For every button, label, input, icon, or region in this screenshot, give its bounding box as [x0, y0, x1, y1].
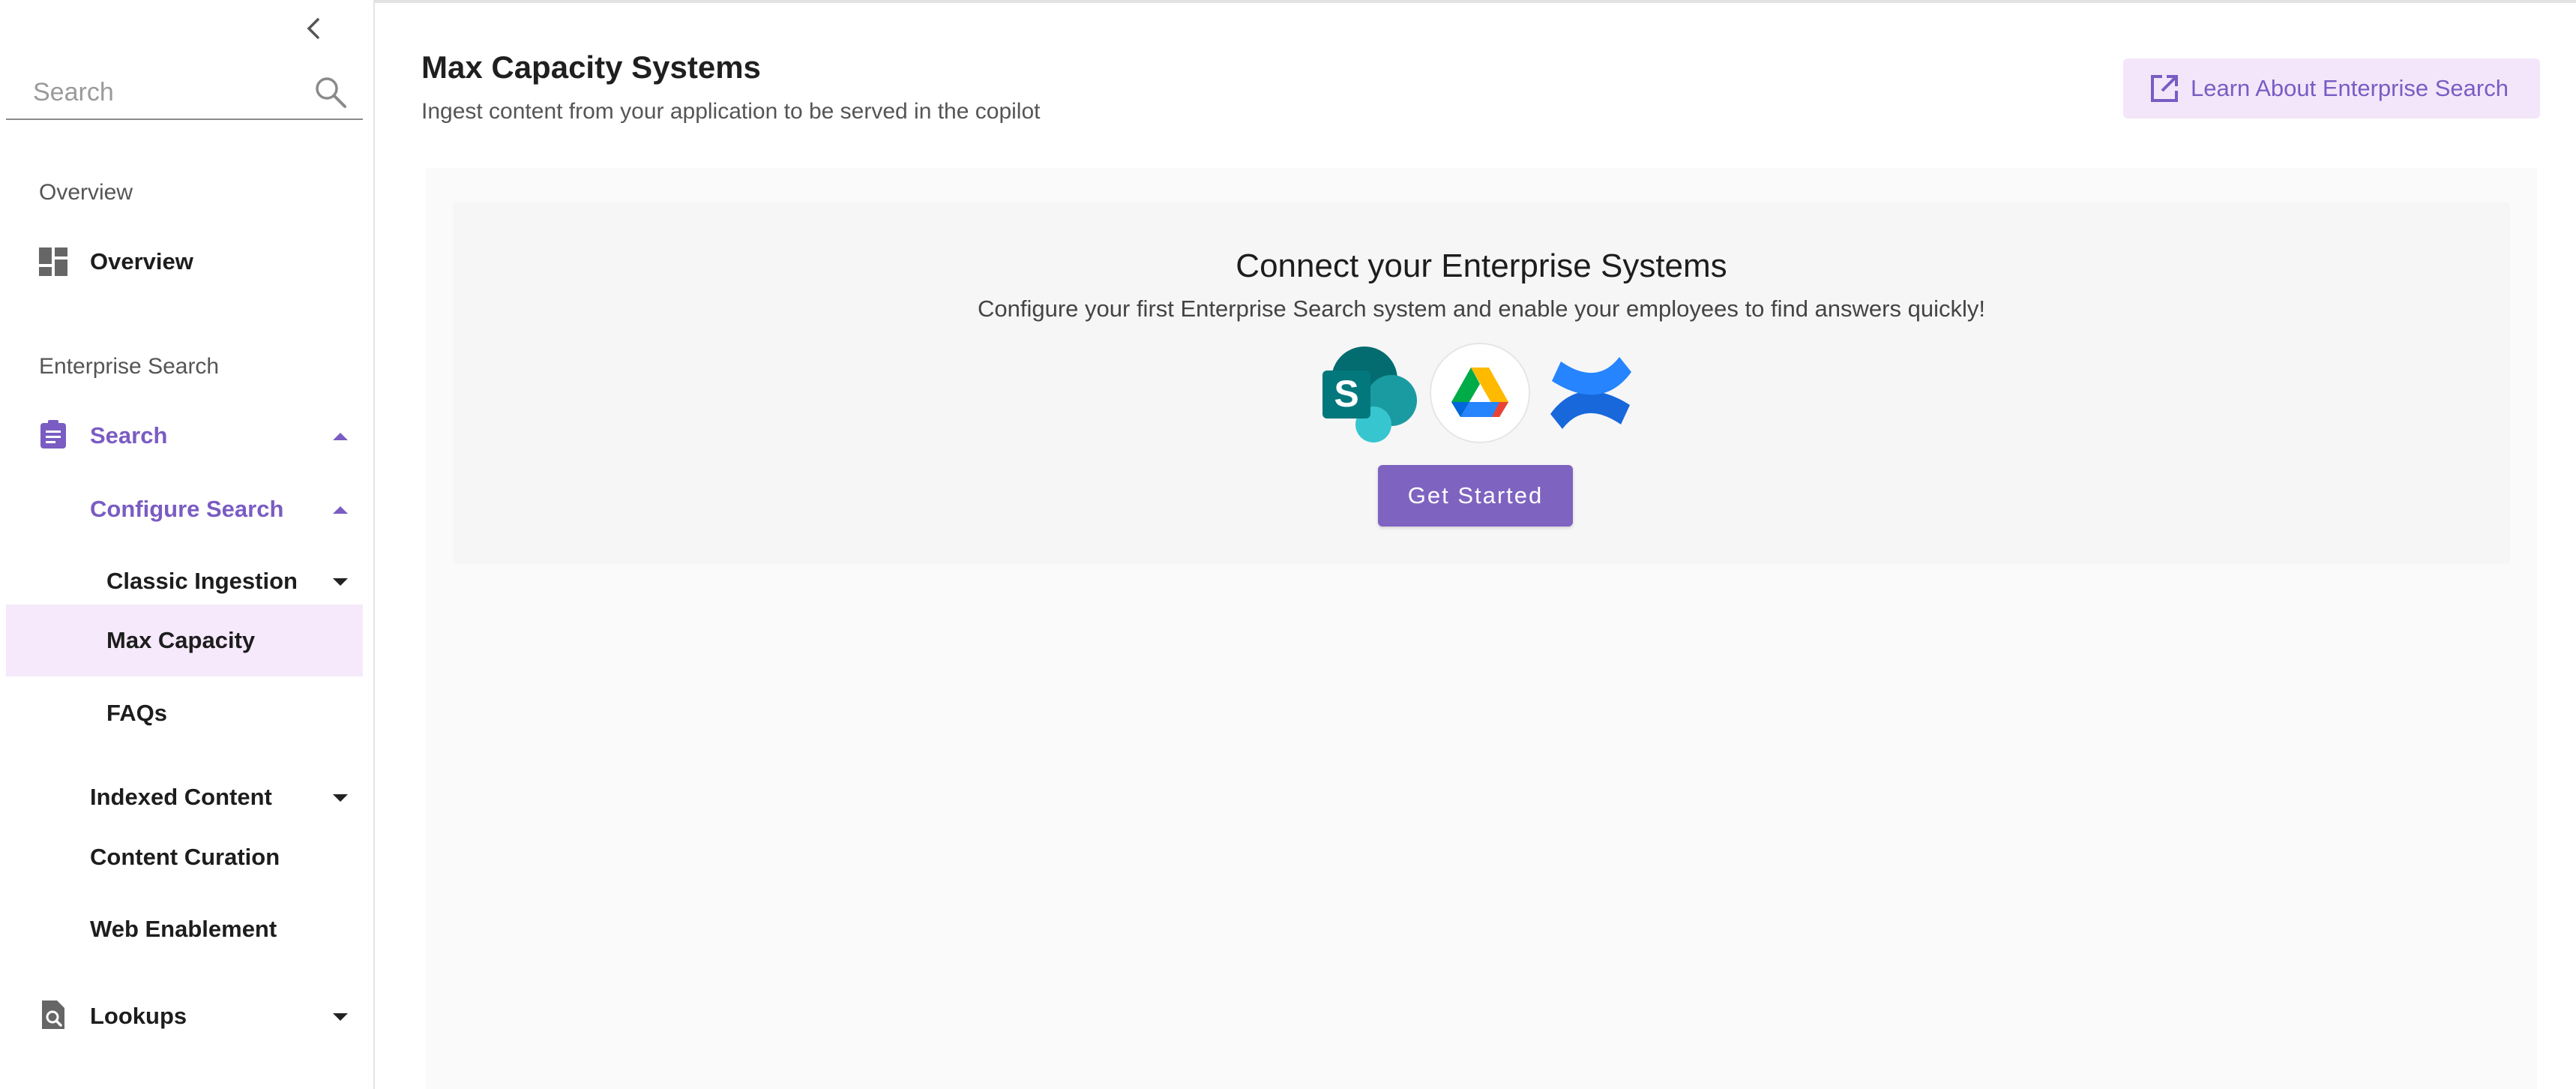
page-title: Max Capacity Systems: [421, 50, 761, 85]
main-content: Max Capacity Systems Ingest content from…: [376, 3, 2576, 1089]
sidebar-item-label: Search: [90, 422, 168, 448]
collapse-sidebar-button[interactable]: [300, 14, 327, 44]
connect-systems-card: Connect your Enterprise Systems Configur…: [453, 202, 2510, 564]
confluence-icon: [1550, 357, 1631, 429]
sidebar-item-label: Max Capacity: [106, 627, 256, 653]
chevron-down-icon: [333, 1013, 348, 1021]
page-subtitle: Ingest content from your application to …: [421, 99, 1041, 124]
sidebar-item-max-capacity[interactable]: Max Capacity: [6, 604, 363, 676]
sidebar-search: [6, 63, 363, 120]
section-label-enterprise-search: Enterprise Search: [39, 354, 220, 379]
sidebar-item-overview[interactable]: Overview: [0, 228, 363, 296]
sidebar-item-lookups[interactable]: Lookups: [0, 982, 363, 1050]
sidebar-item-faqs[interactable]: FAQs: [0, 680, 363, 747]
sidebar-item-label: Classic Ingestion: [106, 568, 298, 594]
chevron-up-icon: [333, 433, 348, 440]
clipboard-icon: [40, 420, 66, 448]
svg-text:S: S: [1334, 373, 1358, 415]
sidebar-item-configure-search[interactable]: Configure Search: [0, 476, 363, 543]
chevron-down-icon: [333, 578, 348, 586]
sidebar-item-label: Content Curation: [90, 844, 280, 870]
sidebar-item-label: Configure Search: [90, 496, 284, 522]
sidebar-item-label: Lookups: [90, 1003, 187, 1029]
dashboard-icon: [39, 248, 67, 276]
chevron-down-icon: [333, 794, 348, 802]
section-label-overview: Overview: [39, 180, 133, 205]
connect-title: Connect your Enterprise Systems: [1236, 248, 1727, 284]
sidebar: Overview Overview Enterprise Search Sear…: [0, 0, 375, 1089]
sidebar-item-content-curation[interactable]: Content Curation: [0, 824, 363, 891]
integration-logos: S: [1318, 342, 1645, 447]
google-drive-icon: [1430, 343, 1530, 443]
sidebar-item-label: Web Enablement: [90, 916, 277, 942]
connect-description: Configure your first Enterprise Search s…: [978, 296, 1985, 322]
sidebar-search-input[interactable]: [33, 74, 303, 111]
sidebar-item-indexed-content[interactable]: Indexed Content: [0, 764, 363, 831]
content-panel: Connect your Enterprise Systems Configur…: [426, 168, 2537, 1089]
get-started-button[interactable]: Get Started: [1378, 465, 1573, 526]
chevron-left-icon: [307, 18, 319, 39]
sidebar-item-search[interactable]: Search: [0, 402, 363, 470]
chevron-up-icon: [333, 506, 348, 514]
search-icon[interactable]: [313, 75, 348, 110]
open-in-new-icon: [2151, 75, 2178, 102]
sharepoint-icon: S: [1322, 346, 1417, 442]
sidebar-item-label: FAQs: [106, 700, 167, 726]
sidebar-item-label: Overview: [90, 248, 193, 274]
document-search-icon: [42, 1000, 64, 1029]
sidebar-item-web-enablement[interactable]: Web Enablement: [0, 896, 363, 963]
sidebar-item-label: Indexed Content: [90, 784, 272, 810]
learn-about-enterprise-search-button[interactable]: Learn About Enterprise Search: [2123, 58, 2540, 118]
learn-button-label: Learn About Enterprise Search: [2191, 75, 2509, 101]
